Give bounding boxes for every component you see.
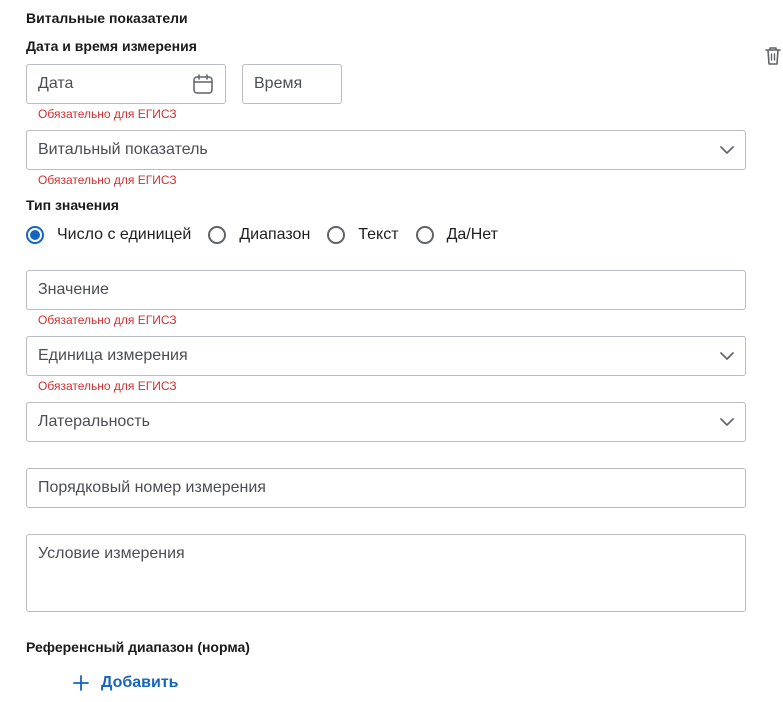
radio-text[interactable]: Текст bbox=[327, 226, 399, 244]
date-placeholder: Дата bbox=[38, 75, 74, 92]
calendar-icon[interactable] bbox=[192, 73, 214, 95]
laterality-select[interactable]: Латеральность bbox=[26, 402, 746, 442]
radio-range[interactable]: Диапазон bbox=[208, 226, 310, 244]
plus-icon bbox=[73, 675, 89, 691]
value-type-radio-group: Число с единицей Диапазон Текст Да/Нет bbox=[26, 226, 515, 244]
radio-label: Текст bbox=[358, 226, 399, 243]
time-placeholder: Время bbox=[254, 75, 303, 92]
unit-placeholder: Единица измерения bbox=[38, 347, 188, 364]
vital-placeholder: Витальный показатель bbox=[38, 141, 208, 158]
radio-label: Диапазон bbox=[239, 226, 311, 243]
unit-error: Обязательно для ЕГИСЗ bbox=[38, 379, 177, 393]
chevron-down-icon bbox=[720, 415, 734, 429]
radio-circle[interactable] bbox=[208, 226, 227, 244]
chevron-down-icon bbox=[720, 349, 734, 363]
vital-error: Обязательно для ЕГИСЗ bbox=[38, 173, 177, 187]
condition-placeholder: Условие измерения bbox=[38, 545, 185, 562]
radio-yes-no[interactable]: Да/Нет bbox=[415, 226, 498, 244]
add-reference-label: Добавить bbox=[101, 674, 179, 691]
reference-range-label: Референсный диапазон (норма) bbox=[26, 639, 250, 655]
unit-select[interactable]: Единица измерения bbox=[26, 336, 746, 376]
value-error: Обязательно для ЕГИСЗ bbox=[38, 313, 177, 327]
laterality-placeholder: Латеральность bbox=[38, 413, 150, 430]
order-number-placeholder: Порядковый номер измерения bbox=[38, 479, 266, 496]
value-input[interactable]: Значение bbox=[26, 270, 746, 310]
value-type-label: Тип значения bbox=[26, 197, 119, 213]
radio-circle[interactable] bbox=[327, 226, 346, 244]
radio-circle[interactable] bbox=[26, 226, 44, 244]
datetime-label: Дата и время измерения bbox=[26, 38, 197, 54]
vital-select[interactable]: Витальный показатель bbox=[26, 130, 746, 170]
time-input[interactable]: Время bbox=[242, 64, 342, 104]
trash-icon bbox=[765, 47, 781, 65]
radio-label: Число с единицей bbox=[57, 226, 192, 243]
date-input[interactable]: Дата bbox=[26, 64, 226, 104]
chevron-down-icon bbox=[720, 143, 734, 157]
value-placeholder: Значение bbox=[38, 281, 109, 298]
condition-textarea[interactable]: Условие измерения bbox=[26, 534, 746, 612]
add-reference-button[interactable]: Добавить bbox=[72, 674, 179, 692]
section-title: Витальные показатели bbox=[26, 10, 188, 26]
delete-button[interactable] bbox=[763, 45, 783, 67]
radio-number-with-unit[interactable]: Число с единицей bbox=[26, 226, 191, 244]
radio-circle[interactable] bbox=[415, 226, 434, 244]
radio-label: Да/Нет bbox=[446, 226, 498, 243]
date-error: Обязательно для ЕГИСЗ bbox=[38, 107, 177, 121]
order-number-input[interactable]: Порядковый номер измерения bbox=[26, 468, 746, 508]
